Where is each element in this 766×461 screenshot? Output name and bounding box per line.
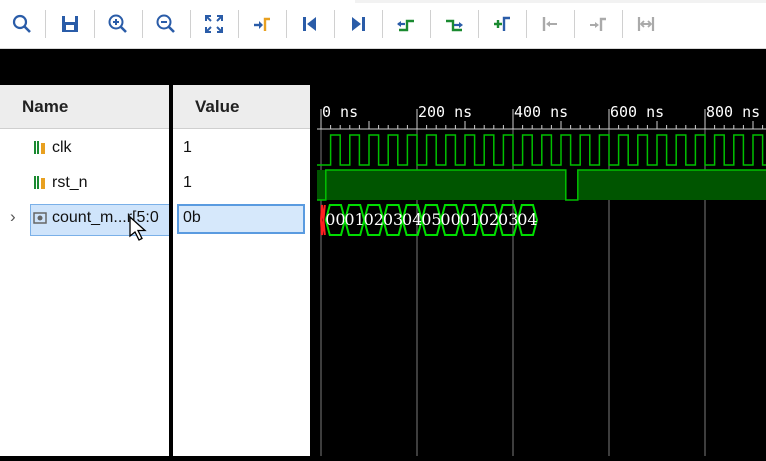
value-column-header[interactable]: Value [173, 85, 310, 129]
add-marker-icon [494, 16, 510, 31]
toolbar-tab-strip [355, 0, 766, 3]
signal-icon [34, 141, 45, 154]
signal-name: rst_n [52, 174, 88, 191]
save-icon [62, 16, 78, 32]
waveform-toolbar [0, 0, 766, 49]
bus-value-label: 04 [517, 210, 537, 229]
next-transition-icon [446, 19, 463, 32]
signal-value: 0b [183, 209, 201, 226]
waveform-canvas[interactable]: 0 ns 200 ns 400 ns 600 ns 800 ns000102030405… [317, 49, 766, 456]
zoom-in-button[interactable] [103, 8, 133, 40]
value-row-clk[interactable]: 1 [173, 132, 310, 164]
name-column-title: Name [22, 97, 69, 116]
next-marker-icon [590, 17, 606, 31]
time-label: 800 ns [706, 103, 760, 121]
add-marker-button[interactable] [487, 8, 517, 40]
bus-value-label: 03 [498, 210, 518, 229]
time-label: 600 ns [610, 103, 664, 121]
signal-value: 1 [183, 174, 192, 191]
zoom-out-button[interactable] [151, 8, 181, 40]
go-to-last-time-icon [352, 17, 365, 31]
bus-icon [33, 212, 47, 224]
rst-fill [577, 170, 766, 200]
zoom-fit-button[interactable] [199, 8, 229, 40]
signal-row-clk[interactable]: clk [0, 132, 169, 164]
zoom-in-icon [108, 14, 127, 33]
clk-waveform [317, 134, 766, 166]
next-marker-button [583, 8, 613, 40]
save-button[interactable] [55, 8, 85, 40]
signal-name: clk [52, 139, 72, 156]
signal-row-count[interactable]: › count_m...r[5:0 [0, 202, 170, 241]
go-to-cursor-icon [254, 17, 270, 31]
go-to-time-zero-button[interactable] [295, 8, 325, 40]
signal-value: 1 [183, 139, 192, 156]
waveform-viewer[interactable]: 0 ns 200 ns 400 ns 600 ns 800 ns 00 01 02 03 04 05… [317, 49, 766, 456]
name-column-header[interactable]: Name [0, 85, 169, 129]
swap-cursors-icon [637, 17, 655, 31]
bus-value-label: 03 [383, 210, 403, 229]
previous-transition-button[interactable] [391, 8, 421, 40]
go-to-cursor-button[interactable] [247, 8, 277, 40]
go-to-last-time-button[interactable] [343, 8, 373, 40]
value-row-rst-n[interactable]: 1 [173, 167, 310, 199]
signal-row-rst-n[interactable]: rst_n [0, 167, 169, 199]
zoom-fit-icon [205, 15, 223, 33]
signal-icon [34, 176, 45, 189]
zoom-out-icon [156, 14, 175, 33]
mouse-cursor-icon [129, 216, 147, 241]
previous-marker-button [535, 8, 565, 40]
bus-value-label: 05 [421, 210, 441, 229]
rst-fill [317, 170, 326, 200]
next-transition-button[interactable] [439, 8, 469, 40]
bus-value-label: 01 [460, 210, 480, 229]
swap-cursors-button [631, 8, 661, 40]
bus-value-label: 00 [325, 210, 345, 229]
value-row-count[interactable]: 0b [173, 202, 310, 234]
bus-value-label: 02 [479, 210, 499, 229]
time-label: 0 ns [322, 103, 358, 121]
value-pane: Value 1 1 0b [173, 49, 310, 456]
bus-value-label: 00 [440, 210, 460, 229]
value-column-title: Value [195, 97, 240, 116]
bus-value-label: 01 [344, 210, 364, 229]
previous-transition-icon [397, 19, 414, 32]
time-label: 400 ns [514, 103, 568, 121]
rst-fill [325, 170, 566, 200]
time-label: 200 ns [418, 103, 472, 121]
search-button[interactable] [7, 8, 37, 40]
bus-value-label: 02 [364, 210, 384, 229]
previous-marker-icon [542, 17, 557, 31]
pane-splitter[interactable] [310, 49, 317, 456]
expand-chevron-icon[interactable]: › [10, 207, 16, 227]
name-pane: Name clk rst_n › count_m...r[5:0 [0, 49, 170, 456]
go-to-time-zero-icon [303, 17, 316, 31]
search-icon [12, 14, 31, 33]
bus-value-label: 04 [402, 210, 422, 229]
